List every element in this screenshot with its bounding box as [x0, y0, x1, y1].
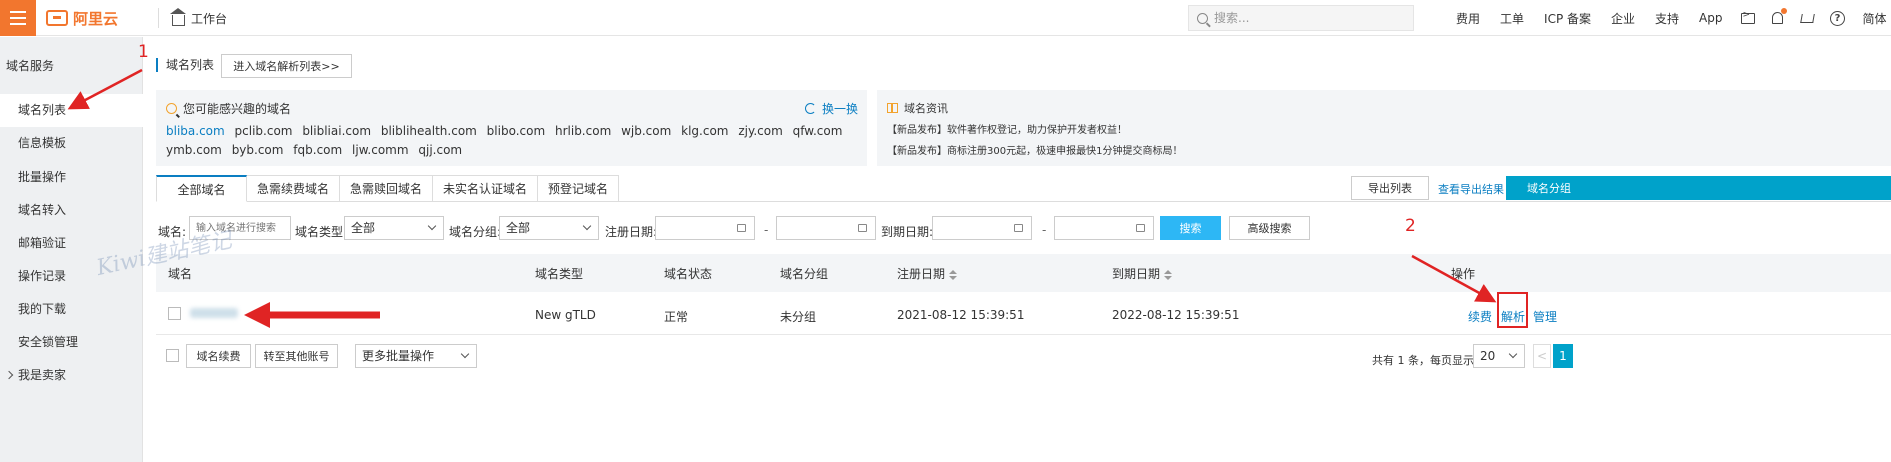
highlight-resolve-box [1497, 292, 1528, 328]
arrow-to-domain-list [67, 68, 143, 110]
annotation-step-1: 1 [138, 42, 149, 62]
annotation-step-2: 2 [1405, 216, 1416, 236]
arrow-to-resolve [1411, 254, 1497, 303]
annotation-arrows [67, 68, 1497, 328]
arrow-to-domain-head [244, 302, 270, 328]
